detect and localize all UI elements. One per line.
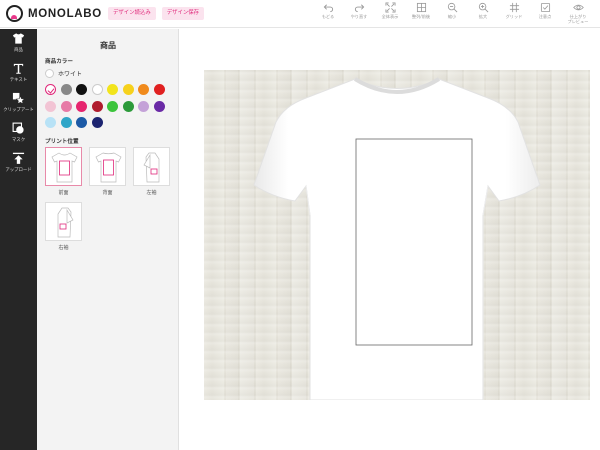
zoom-out-icon [447, 2, 457, 13]
color-swatch[interactable] [60, 84, 72, 95]
print-position-card [89, 147, 126, 186]
logo-icon [6, 5, 23, 22]
upload-icon [12, 152, 25, 164]
color-swatch-selected[interactable] [45, 84, 56, 95]
sidebar-item-label: テキスト [9, 78, 28, 83]
color-swatch[interactable] [138, 84, 149, 95]
grid-icon [509, 2, 519, 13]
wood-background [204, 70, 590, 400]
color-swatch[interactable] [60, 100, 72, 112]
fit-screen-label: 全体表示 [381, 14, 399, 19]
color-section-label: 商品カラー [45, 59, 73, 65]
sidebar-item-upload[interactable]: アップロード [0, 149, 37, 179]
tool-rail: 商品 テキスト クリップアート マスク アップロード [0, 29, 37, 450]
logo[interactable]: MONOLABO [6, 5, 102, 22]
align-button[interactable]: 整列/前後 [409, 2, 433, 24]
product-panel: 商品 商品カラー ホワイト プリント位置 前面 背面 左袖 右袖 [37, 29, 179, 450]
color-swatch[interactable] [45, 100, 56, 112]
tshirt-body [253, 78, 541, 400]
color-swatch[interactable] [76, 100, 87, 112]
selected-color: ホワイト [45, 69, 82, 78]
notes-label: 注意点 [538, 14, 552, 19]
zoom-out-button[interactable]: 縮小 [440, 2, 464, 24]
align-label: 整列/前後 [411, 14, 431, 19]
undo-button[interactable]: もどる [316, 2, 340, 24]
sidebar-item-product[interactable]: 商品 [0, 29, 37, 59]
redo-icon [354, 4, 364, 13]
sidebar-item-label: アップロード [5, 168, 32, 173]
zoom-in-label: 拡大 [478, 14, 488, 19]
tshirt-left-sleeve-icon [143, 152, 160, 183]
color-swatch[interactable] [153, 84, 165, 95]
print-position-left-sleeve[interactable]: 左袖 [133, 147, 170, 196]
tshirt-front-icon [51, 152, 78, 183]
tshirt-back-icon [95, 152, 122, 183]
print-position-right-sleeve[interactable]: 右袖 [45, 202, 82, 251]
top-bar: MONOLABO デザイン読込み デザイン保存 もどる やり直す 全体表示 整列… [0, 0, 600, 28]
grid-button[interactable]: グリッド [502, 2, 526, 24]
zoom-in-button[interactable]: 拡大 [471, 2, 495, 24]
tshirt-icon [12, 33, 25, 44]
logo-text: MONOLABO [28, 7, 102, 20]
sidebar-item-label: マスク [11, 138, 26, 143]
toolbar: もどる やり直す 全体表示 整列/前後 縮小 拡大 グリッド 注意点 仕上がり … [309, 2, 592, 24]
color-swatch[interactable] [91, 84, 103, 95]
print-position-card [45, 202, 82, 241]
print-position-name: 左袖 [146, 190, 157, 196]
sidebar-item-text[interactable]: テキスト [0, 59, 37, 89]
color-swatch[interactable] [122, 100, 134, 112]
print-position-name: 背面 [102, 190, 113, 196]
text-icon [13, 63, 24, 74]
color-swatch[interactable] [153, 100, 165, 112]
color-swatch[interactable] [76, 84, 87, 95]
color-swatch[interactable] [45, 117, 56, 128]
print-position-card [45, 147, 82, 186]
undo-icon [323, 4, 333, 13]
notes-button[interactable]: 注意点 [533, 2, 557, 24]
print-position-card [133, 147, 170, 186]
sidebar-item-label: クリップアート [3, 108, 34, 113]
tshirt-right-sleeve-icon [57, 207, 74, 238]
selected-color-name: ホワイト [58, 71, 83, 78]
load-design-button[interactable]: デザイン読込み [107, 7, 156, 20]
print-position-back[interactable]: 背面 [89, 147, 126, 196]
print-positions: 前面 背面 左袖 右袖 [45, 147, 177, 257]
print-position-label: プリント位置 [45, 139, 79, 145]
fit-screen-icon [385, 2, 395, 13]
print-position-name: 右袖 [58, 245, 69, 251]
design-canvas[interactable] [180, 29, 600, 450]
color-swatch[interactable] [107, 84, 118, 95]
redo-label: やり直す [350, 14, 368, 19]
color-swatch[interactable] [122, 84, 134, 95]
panel-title: 商品 [100, 41, 116, 50]
zoom-out-label: 縮小 [447, 14, 457, 19]
print-position-name: 前面 [58, 190, 69, 196]
tshirt-mockup [253, 77, 541, 400]
save-design-button[interactable]: デザイン保存 [161, 7, 205, 20]
preview-label: 仕上がり プレビュー [567, 14, 589, 24]
color-swatch[interactable] [107, 100, 118, 112]
clipart-icon [12, 92, 25, 105]
preview-icon [572, 4, 584, 11]
color-swatches [45, 84, 181, 134]
color-swatch[interactable] [60, 117, 72, 128]
color-swatch[interactable] [91, 117, 103, 128]
zoom-in-icon [478, 2, 488, 13]
confirm-icon [540, 2, 550, 13]
grid-snap-icon [416, 2, 426, 13]
preview-button[interactable]: 仕上がり プレビュー [564, 2, 592, 24]
color-swatch[interactable] [138, 100, 149, 112]
color-swatch[interactable] [76, 117, 87, 128]
redo-button[interactable]: やり直す [347, 2, 371, 24]
print-position-front[interactable]: 前面 [45, 147, 82, 196]
sidebar-item-label: 商品 [14, 48, 23, 53]
grid-label: グリッド [505, 14, 523, 19]
mask-icon [12, 122, 24, 134]
color-swatch[interactable] [91, 100, 103, 112]
selected-color-dot [45, 69, 54, 78]
sidebar-item-mask[interactable]: マスク [0, 119, 37, 149]
sidebar-item-clipart[interactable]: クリップアート [0, 89, 37, 119]
fit-screen-button[interactable]: 全体表示 [378, 2, 402, 24]
undo-label: もどる [321, 14, 335, 19]
